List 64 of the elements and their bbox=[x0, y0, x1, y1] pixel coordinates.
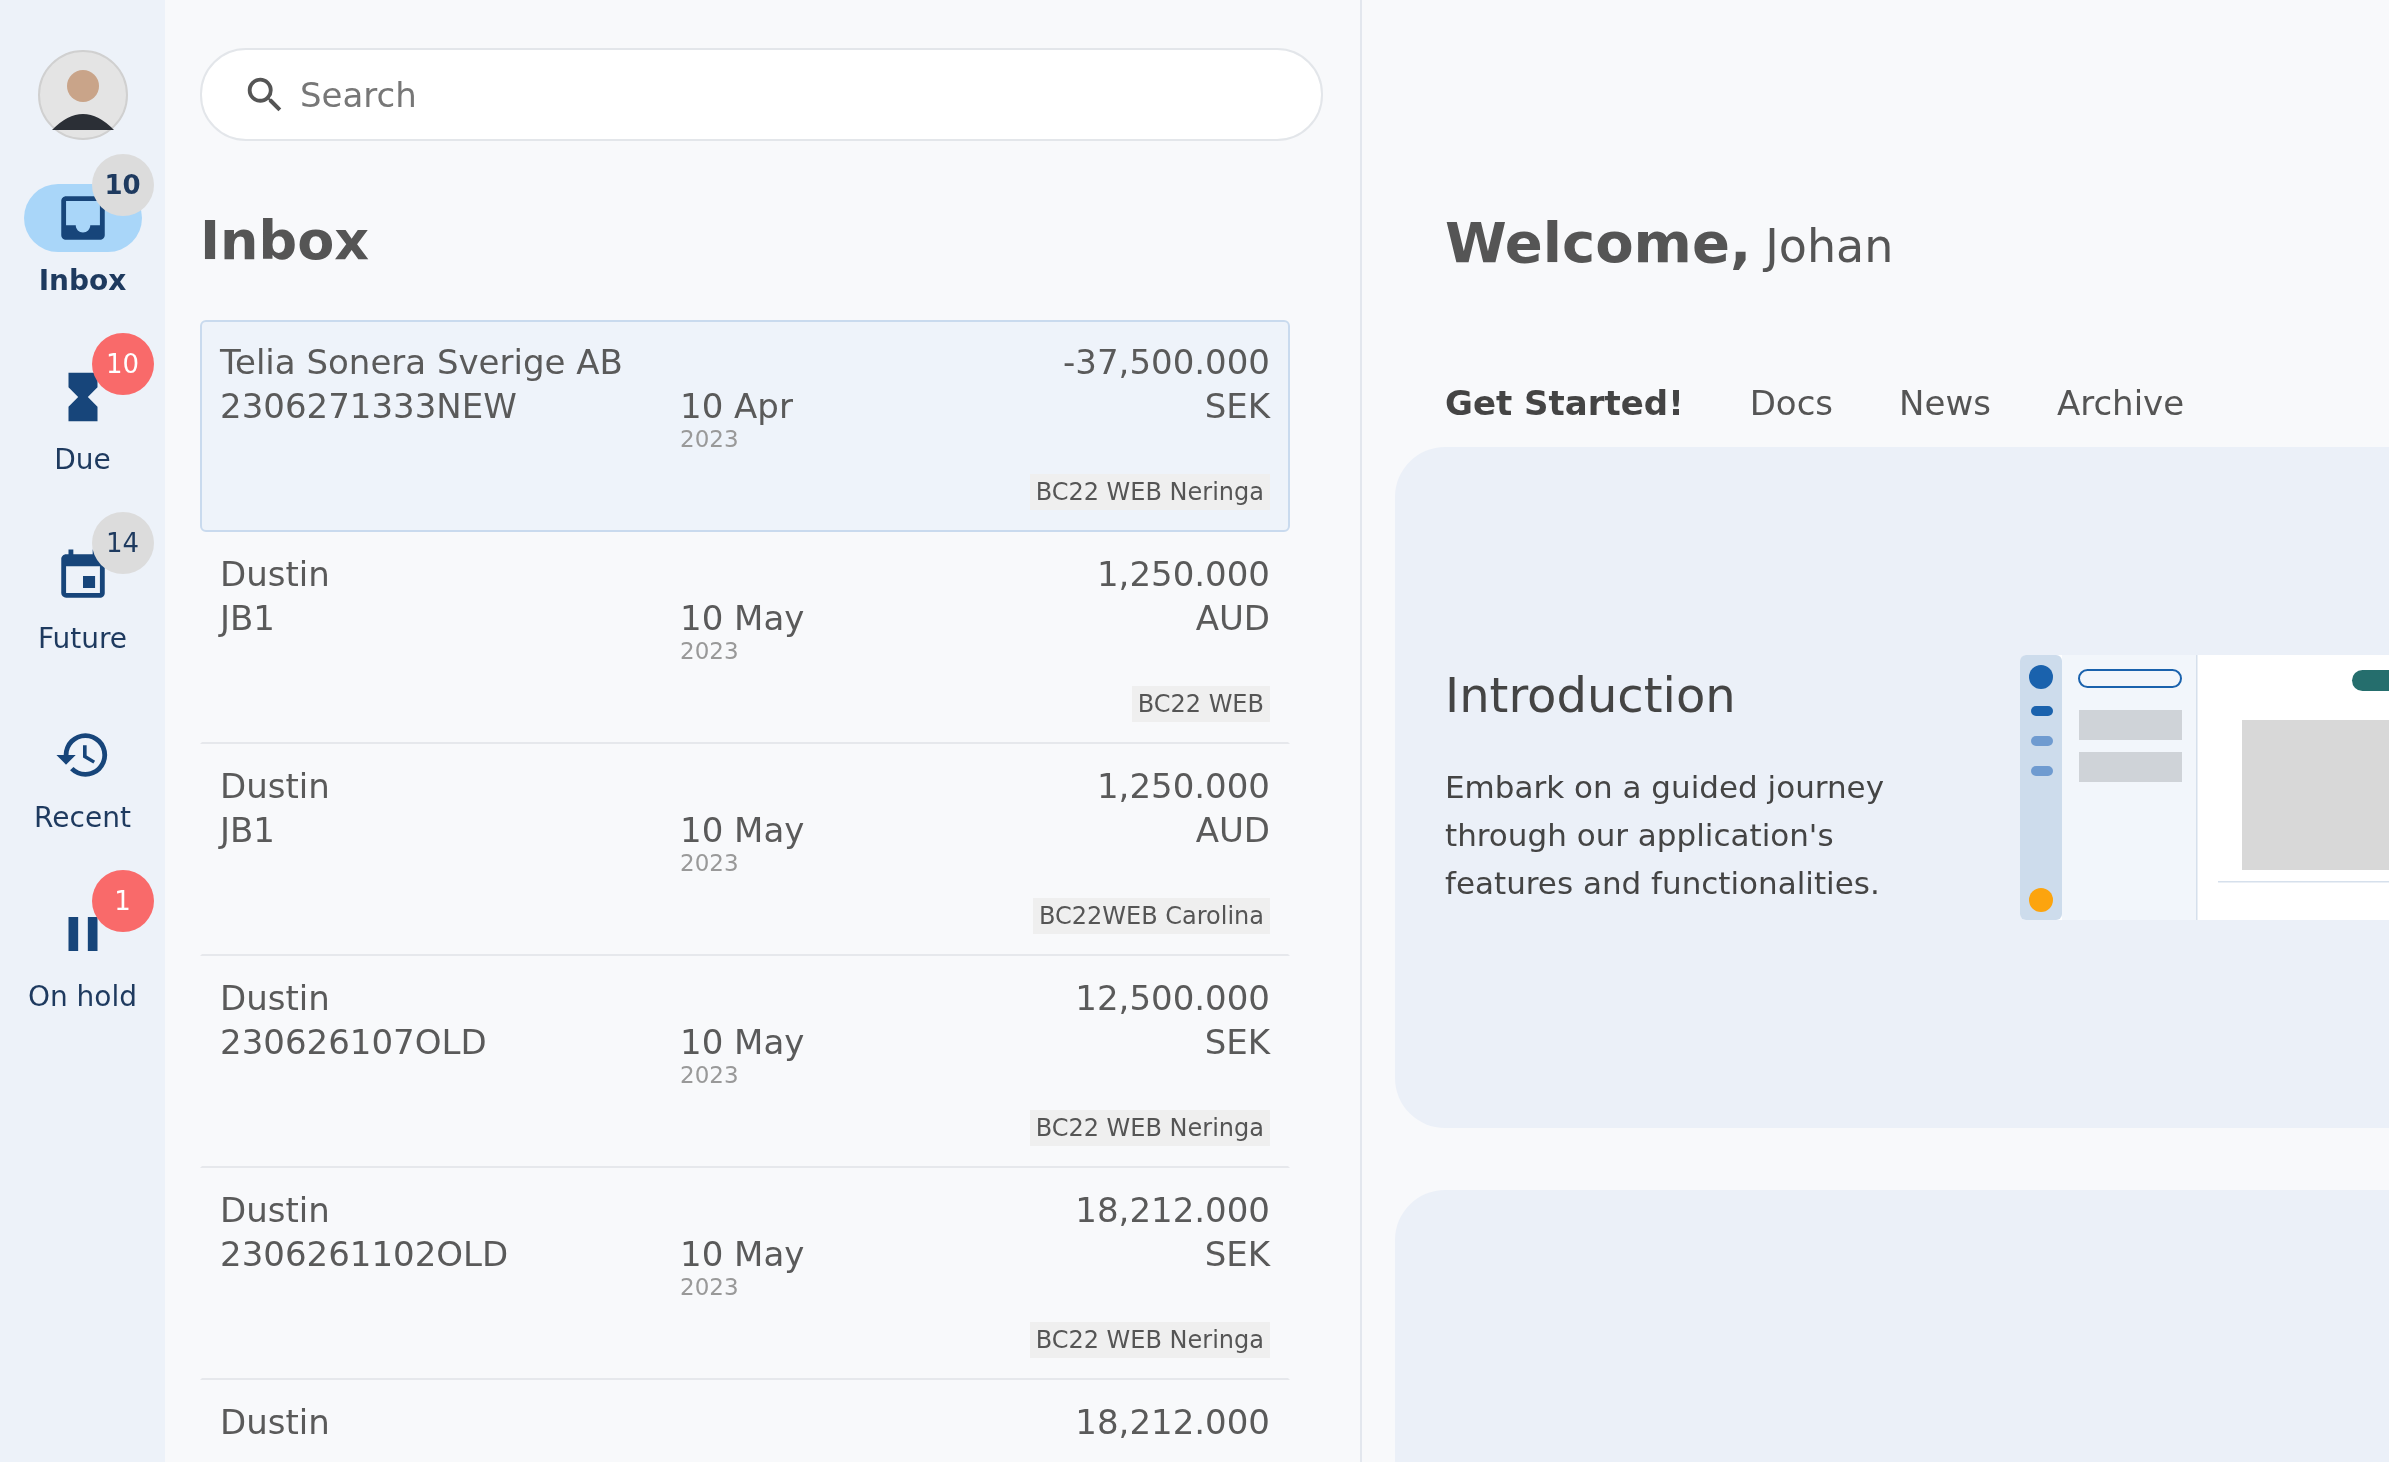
vendor-name: Dustin bbox=[220, 1402, 331, 1442]
intro-text: Embark on a guided journey through our application's features and functionalities. bbox=[1445, 768, 1886, 904]
nav-item[interactable]: Inbox 10 bbox=[7, 154, 158, 319]
invoice-row[interactable]: Dustin 1,250.000 JB1 10 May 2023 AUD BC22 WEB bbox=[200, 532, 1290, 744]
nav-item[interactable]: Due 10 bbox=[7, 333, 158, 498]
tag: BC22 WEB bbox=[1131, 686, 1270, 722]
invoice-row[interactable]: Dustin 18,212.000 2306261102OLD 10 May 2023 SEK BC22 WEB Neringa bbox=[200, 1168, 1290, 1380]
welcome-heading: Welcome, bbox=[1445, 210, 1752, 275]
invoice-row[interactable]: Dustin 12,500.000 230626107OLD 10 May 2023 SEK BC22 WEB Neringa bbox=[200, 956, 1290, 1168]
user-name: Johan bbox=[1765, 219, 1894, 273]
tab[interactable]: Get Started! bbox=[1445, 383, 1684, 423]
reference: JB1 bbox=[220, 598, 276, 638]
count-badge: 1 bbox=[91, 870, 154, 932]
invoice-row[interactable]: Dustin 18,212.000 bbox=[200, 1380, 1290, 1462]
inbox-title: Inbox bbox=[200, 209, 371, 272]
tab[interactable]: Archive bbox=[2056, 383, 2185, 423]
nav-item[interactable]: Recent bbox=[7, 691, 158, 856]
date: 10 May bbox=[680, 1234, 806, 1274]
currency: SEK bbox=[1203, 1234, 1270, 1274]
invoice-row[interactable]: Telia Sonera Sverige AB -37,500.000 2306271333NEW 10 Apr 2023 SEK BC22 WEB Neringa bbox=[200, 320, 1290, 532]
tag: BC22 WEB Neringa bbox=[1029, 474, 1270, 510]
amount: -37,500.000 bbox=[1062, 342, 1270, 382]
tab[interactable]: News bbox=[1899, 383, 1991, 423]
vendor-name: Dustin bbox=[220, 1190, 331, 1230]
vendor-name: Telia Sonera Sverige AB bbox=[220, 342, 624, 382]
year: 2023 bbox=[680, 1274, 740, 1300]
vendor-name: Dustin bbox=[220, 554, 331, 594]
reference: 2306271333NEW bbox=[220, 386, 518, 426]
tag: BC22 WEB Neringa bbox=[1029, 1322, 1270, 1358]
reference: 230626107OLD bbox=[220, 1022, 488, 1062]
currency: AUD bbox=[1194, 810, 1270, 850]
tag: BC22WEB Carolina bbox=[1032, 898, 1270, 934]
reference: 2306261102OLD bbox=[220, 1234, 510, 1274]
date: 10 May bbox=[680, 1022, 806, 1062]
count-badge: 10 bbox=[91, 154, 154, 216]
year: 2023 bbox=[680, 426, 740, 452]
count-badge: 14 bbox=[91, 512, 154, 574]
amount: 18,212.000 bbox=[1075, 1402, 1270, 1442]
vendor-name: Dustin bbox=[220, 978, 331, 1018]
currency: SEK bbox=[1203, 1022, 1270, 1062]
reference: JB1 bbox=[220, 810, 276, 850]
nav-item[interactable]: On hold 1 bbox=[7, 870, 158, 1035]
search-input[interactable]: Search bbox=[298, 73, 1281, 116]
currency: AUD bbox=[1194, 598, 1270, 638]
amount: 12,500.000 bbox=[1074, 978, 1270, 1018]
amount: 1,250.000 bbox=[1095, 766, 1270, 806]
date: 10 May bbox=[680, 598, 806, 638]
year: 2023 bbox=[680, 850, 740, 876]
avatar[interactable] bbox=[37, 50, 128, 140]
nav-item[interactable]: Future 14 bbox=[7, 512, 158, 677]
date: 10 May bbox=[680, 810, 806, 850]
invoice-row[interactable]: Dustin 1,250.000 JB1 10 May 2023 AUD BC22WEB Carolina bbox=[200, 744, 1290, 956]
currency: SEK bbox=[1203, 386, 1270, 426]
intro-title: Introduction bbox=[1445, 667, 1737, 724]
year: 2023 bbox=[680, 638, 740, 664]
date: 10 Apr bbox=[680, 386, 794, 426]
amount: 18,212.000 bbox=[1074, 1190, 1270, 1230]
tab[interactable]: Docs bbox=[1749, 383, 1834, 423]
search-bar[interactable]: Search bbox=[200, 48, 1323, 141]
vendor-name: Dustin bbox=[220, 766, 331, 806]
year: 2023 bbox=[680, 1062, 740, 1088]
amount: 1,250.000 bbox=[1096, 554, 1270, 594]
tag: BC22 WEB Neringa bbox=[1029, 1110, 1270, 1146]
count-badge: 10 bbox=[91, 333, 154, 395]
